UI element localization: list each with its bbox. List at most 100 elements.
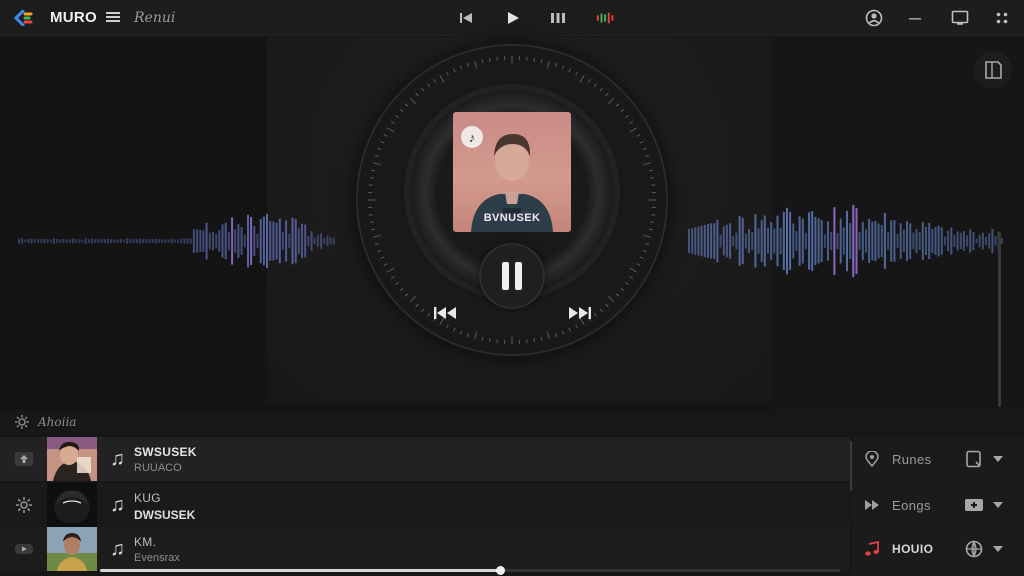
disc-tick: [390, 275, 395, 279]
list-item[interactable]: ♫ KUG DWSUSEK: [0, 483, 850, 527]
waveform-bar: [700, 225, 703, 257]
waveform-bar: [801, 218, 804, 264]
skip-previous-icon: [460, 13, 472, 23]
settings-icon[interactable]: [14, 497, 34, 513]
scrollbar-thumb[interactable]: [998, 232, 1001, 407]
waveform-bar: [861, 221, 864, 261]
waveform-bar: [770, 222, 773, 260]
waveform-bar: [291, 217, 294, 265]
waveform-bar: [138, 238, 141, 244]
chevron-down-icon[interactable]: [992, 540, 1004, 558]
side-panel: Runes Eongs HOUIO: [852, 437, 1024, 576]
chevron-down-icon[interactable]: [992, 450, 1004, 468]
waveform-bar: [24, 239, 27, 243]
play-button[interactable]: [503, 8, 523, 28]
waveform-bar: [811, 211, 814, 271]
video-icon[interactable]: [14, 541, 34, 557]
disc-tick: [644, 242, 650, 245]
disc-tick: [593, 313, 598, 317]
waveform-bar: [981, 232, 984, 250]
waveform-bar: [256, 233, 259, 249]
side-item-eongs[interactable]: Eongs: [852, 483, 1024, 527]
waveform-bar: [767, 228, 769, 254]
waveform-bar: [899, 223, 902, 259]
fast-forward-icon: [864, 497, 880, 513]
rewind-button[interactable]: [432, 304, 460, 322]
album-cover[interactable]: ♪ BVNUSEK: [453, 112, 571, 232]
disc-tick: [399, 287, 404, 291]
waveform-bar: [192, 229, 195, 253]
mini-player-button[interactable]: [974, 51, 1012, 89]
waveform-bar: [78, 239, 81, 243]
waveform-bar: [874, 221, 877, 261]
hamburger-menu-icon[interactable]: [106, 11, 120, 23]
minimize-button[interactable]: [905, 8, 925, 28]
account-button[interactable]: [864, 8, 884, 28]
waveform-bar: [91, 238, 94, 244]
waveform-bar: [323, 238, 326, 244]
waveform-bar: [332, 237, 335, 245]
playback-progress[interactable]: [100, 566, 840, 575]
disc-tick: [648, 169, 653, 172]
waveform-bar: [883, 213, 886, 269]
waveform-bar: [773, 228, 776, 254]
progress-handle[interactable]: [495, 566, 505, 575]
menu-label[interactable]: Renui: [134, 10, 175, 26]
upload-icon[interactable]: [14, 451, 34, 467]
waveform-bar: [119, 239, 122, 243]
waveform-bar: [40, 238, 43, 244]
app-logo-icon[interactable]: [14, 10, 34, 26]
disc-tick: [651, 184, 656, 186]
song-thumbnail[interactable]: [47, 527, 97, 571]
main-pause-button[interactable]: [481, 245, 543, 307]
globe-icon[interactable]: [964, 540, 984, 558]
disc-tick: [639, 256, 644, 260]
song-thumbnail[interactable]: [47, 483, 97, 527]
side-item-houio[interactable]: HOUIO: [852, 527, 1024, 571]
waveform-bar: [88, 239, 90, 243]
side-item-runes[interactable]: Runes: [852, 437, 1024, 481]
waveform-bar: [97, 239, 100, 243]
disc-tick: [404, 293, 409, 297]
document-icon[interactable]: [964, 450, 984, 468]
pause-button[interactable]: [548, 8, 568, 28]
waveform-bar: [180, 238, 183, 244]
waveform-bar: [310, 231, 313, 251]
add-to-queue-icon[interactable]: [964, 496, 984, 514]
waveform-bar: [991, 228, 994, 254]
disc-tick: [426, 313, 431, 317]
disc-tick: [575, 324, 578, 329]
waveform-bar: [262, 216, 265, 266]
list-item[interactable]: ♫ KM. Evensrax: [0, 527, 850, 571]
waveform-bar: [972, 231, 975, 251]
fast-forward-button[interactable]: [565, 304, 593, 322]
waveform-bar: [789, 211, 792, 271]
disc-tick: [474, 60, 478, 69]
waveform-bar: [988, 233, 991, 249]
chevron-down-icon[interactable]: [992, 496, 1004, 514]
disc-tick: [599, 87, 603, 92]
disc-tick: [374, 155, 380, 158]
more-button[interactable]: [992, 8, 1012, 28]
window-button[interactable]: [950, 8, 970, 28]
skip-previous-button[interactable]: [456, 8, 476, 28]
audio-indicator-button[interactable]: [596, 8, 616, 28]
disc-tick: [467, 332, 470, 338]
waveform-bar: [107, 238, 109, 244]
disc-tick: [546, 60, 550, 69]
song-thumbnail[interactable]: [47, 437, 97, 481]
window-icon: [951, 10, 969, 25]
waveform-bar: [735, 232, 738, 250]
list-item[interactable]: ♫ SWSUSEK RUUACO: [0, 437, 850, 481]
waveform-bar: [975, 238, 978, 244]
disc-tick: [620, 287, 625, 291]
waveform-bar: [240, 227, 243, 255]
waveform-bar: [817, 218, 820, 264]
disc-tick: [629, 127, 637, 133]
fast-forward-icon: [569, 307, 591, 319]
waveform-bar: [915, 229, 918, 253]
waveform-bar: [142, 239, 144, 243]
waveform-bar: [202, 230, 205, 252]
waveform-bar: [925, 226, 927, 255]
waveform-bar: [729, 223, 732, 259]
